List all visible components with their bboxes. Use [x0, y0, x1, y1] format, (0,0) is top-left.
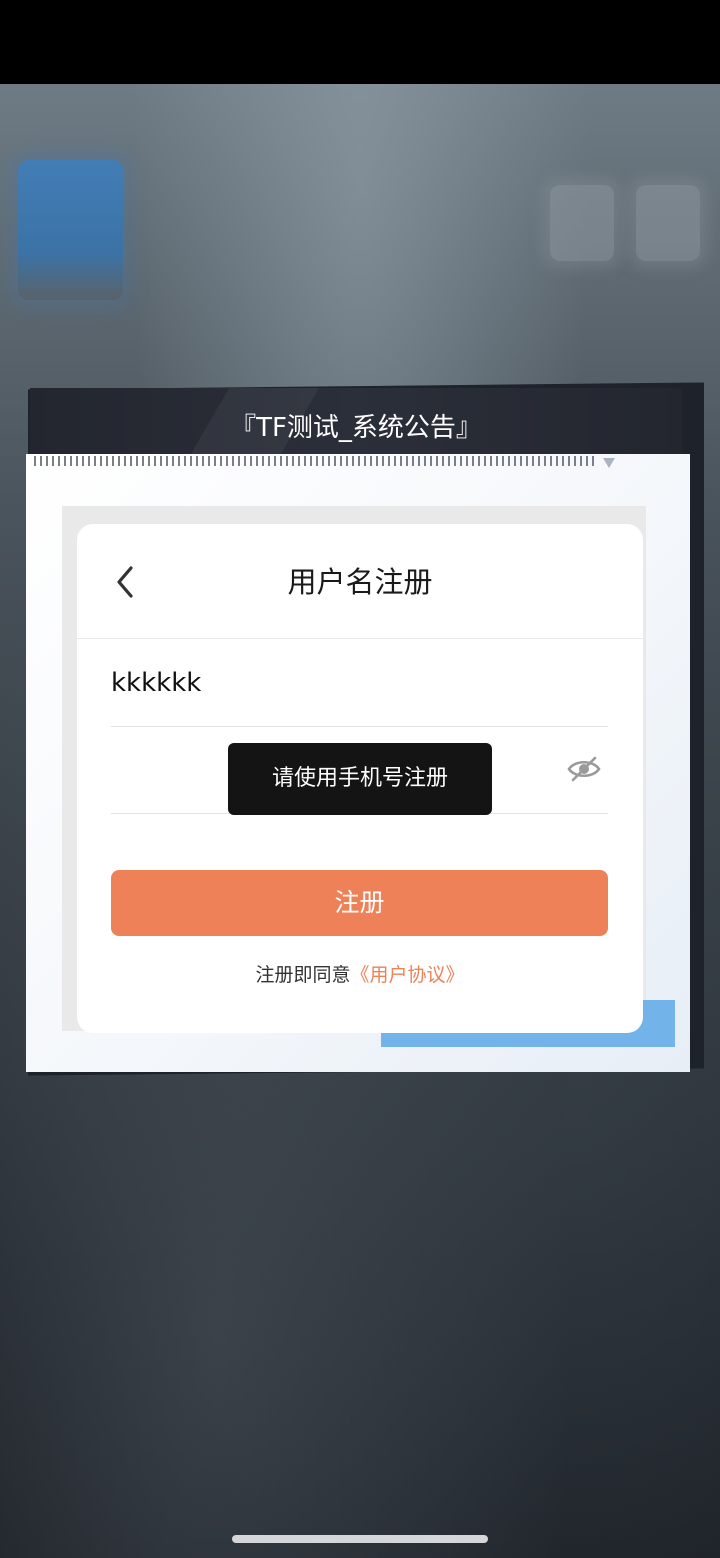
- ruler-marker: [603, 458, 615, 468]
- agreement-prefix: 注册即同意: [255, 964, 351, 986]
- register-button[interactable]: 注册: [111, 870, 608, 936]
- home-indicator[interactable]: [232, 1535, 488, 1543]
- ruler-decoration: [34, 456, 594, 466]
- eye-off-icon[interactable]: [566, 751, 602, 787]
- register-dialog-header: 用户名注册: [77, 524, 643, 639]
- username-field-row: [111, 640, 608, 727]
- user-agreement-link[interactable]: 《用户协议》: [351, 964, 465, 986]
- notice-title: 『TF测试_系统公告』: [230, 413, 482, 443]
- toast-message: 请使用手机号注册: [228, 743, 492, 815]
- notice-header: 『TF测试_系统公告』: [30, 388, 682, 454]
- blurred-menu-button: [636, 185, 700, 261]
- chevron-left-icon[interactable]: [107, 562, 143, 602]
- status-bar: [0, 0, 720, 84]
- blurred-app-icon: [18, 160, 123, 300]
- blurred-menu-button: [550, 185, 614, 261]
- username-input[interactable]: [111, 640, 541, 726]
- register-dialog-title: 用户名注册: [287, 565, 433, 599]
- agreement-text: 注册即同意《用户协议》: [77, 960, 643, 987]
